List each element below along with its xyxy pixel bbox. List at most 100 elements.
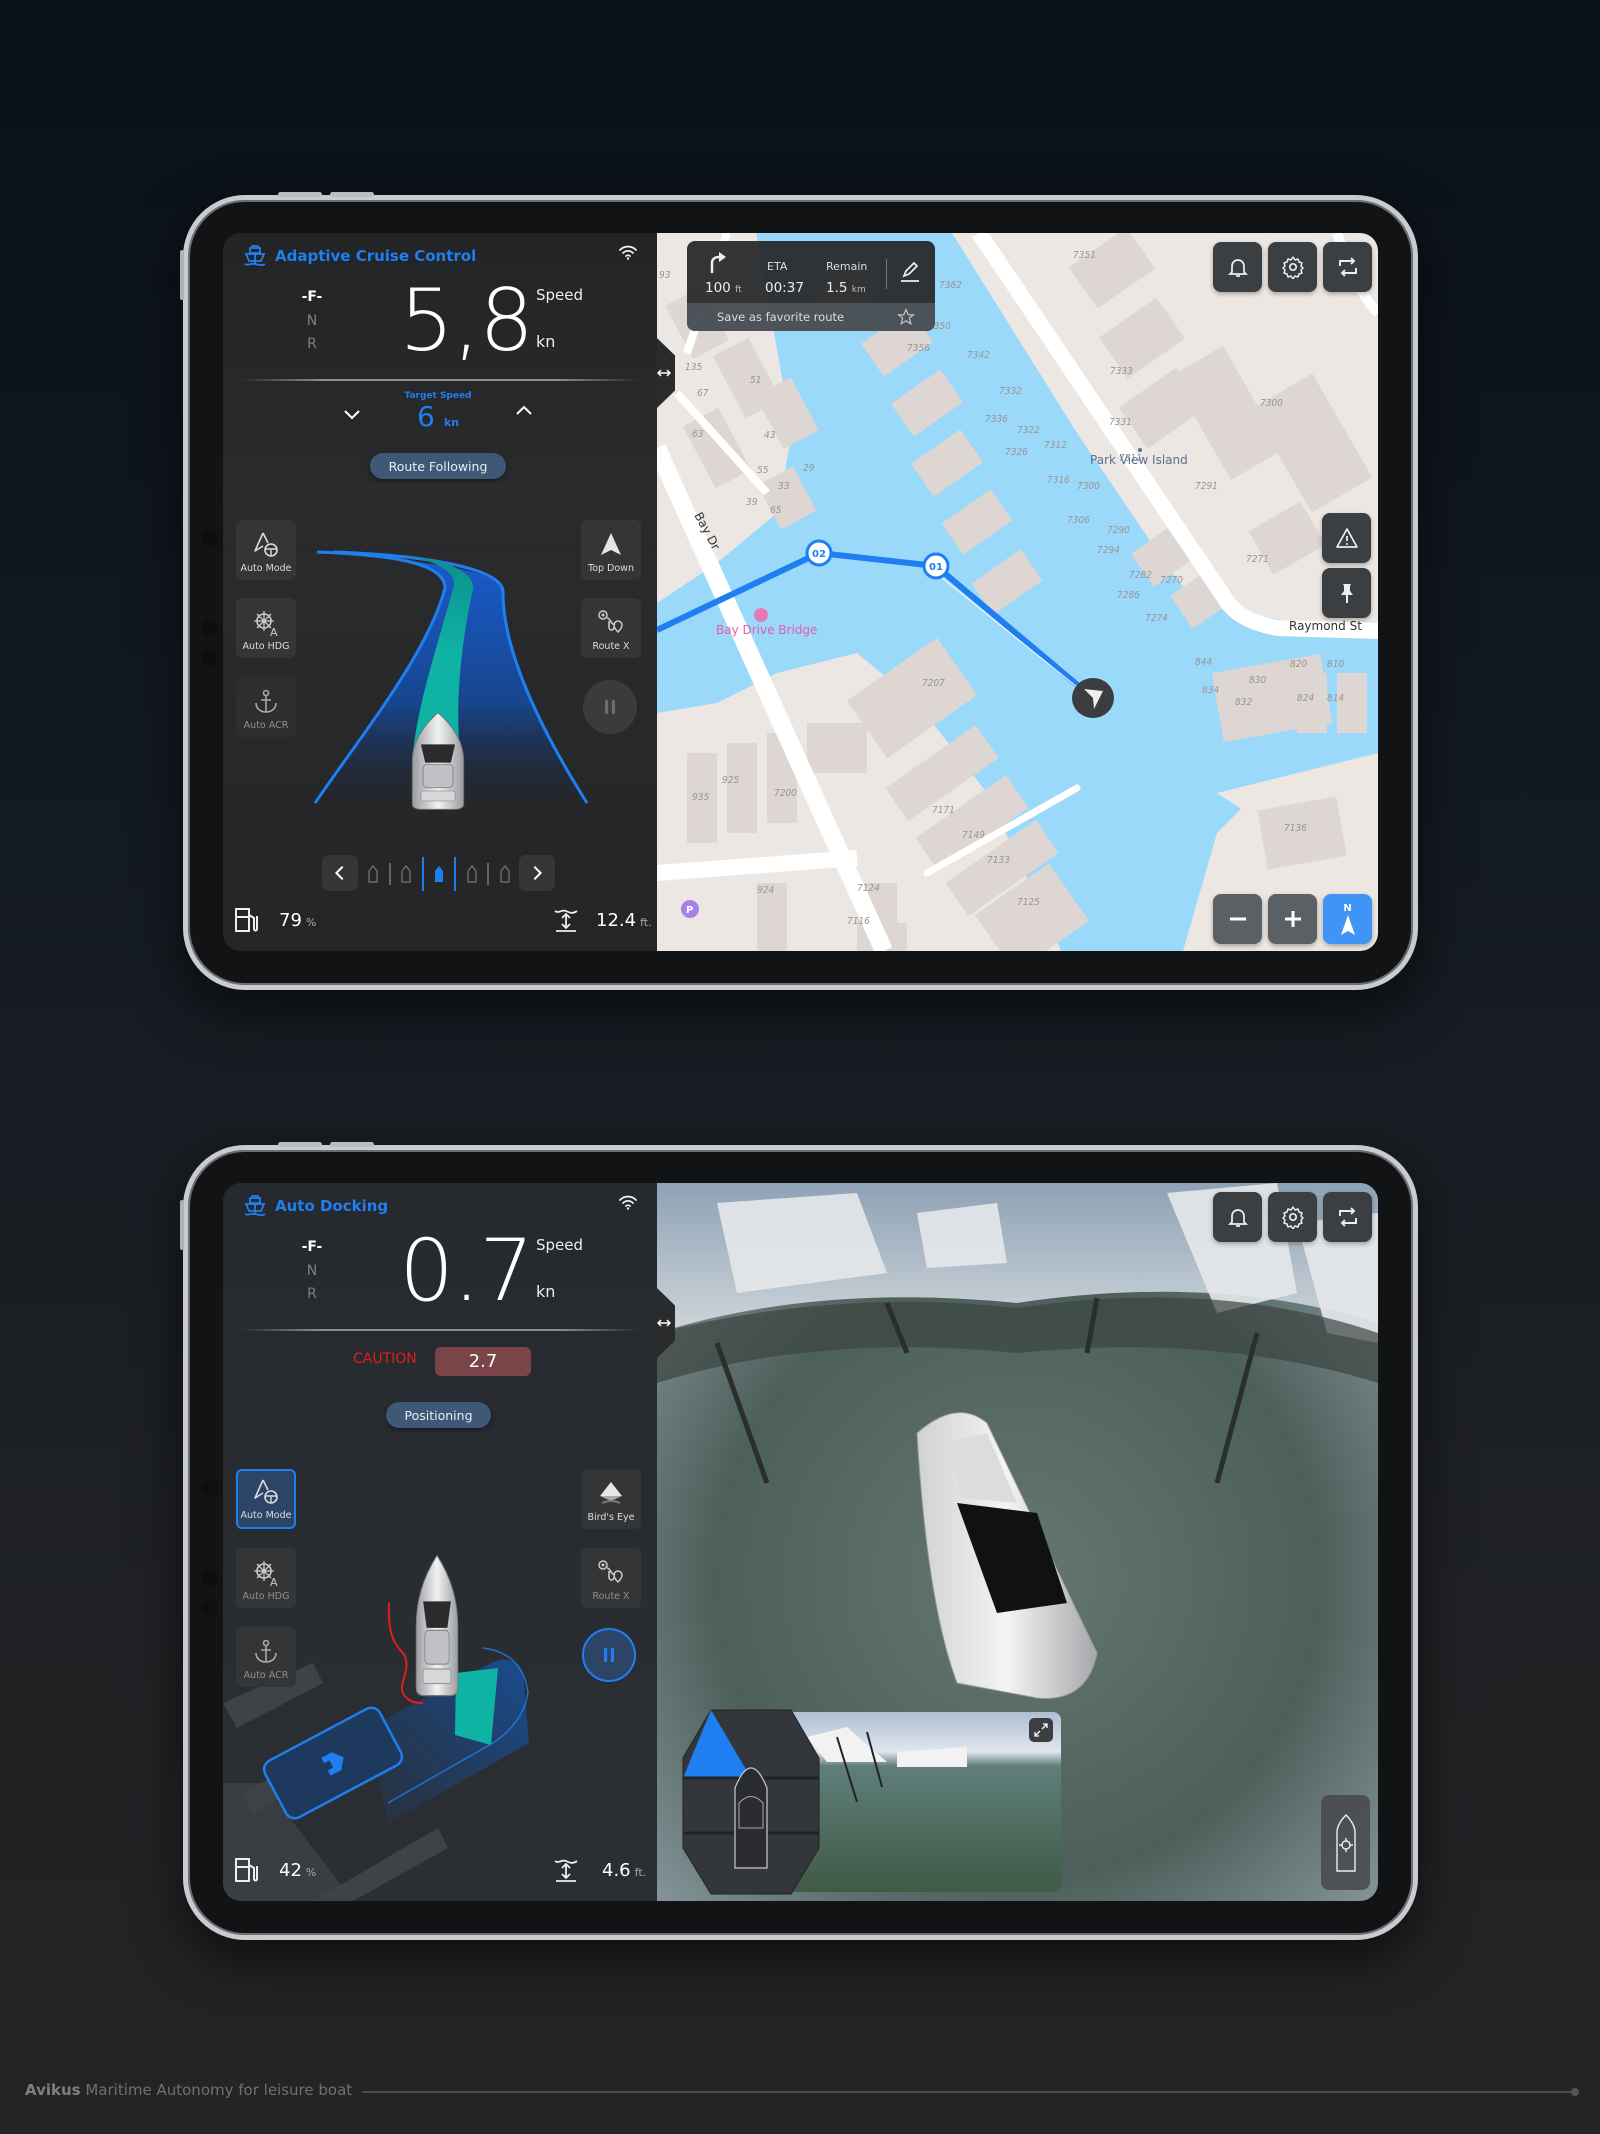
bridge-poi-icon [754, 608, 768, 622]
depth-value: 12.4 [596, 910, 637, 931]
top-down-view-button[interactable]: Top Down [581, 520, 641, 580]
route-icon [597, 1559, 625, 1587]
resize-horizontal-icon [657, 369, 671, 377]
house-number-label: 7286 [1117, 590, 1140, 601]
chart-map[interactable]: 93135516763 4355 2933396573627350735673427… [657, 233, 1378, 951]
settings-button[interactable] [1268, 242, 1317, 292]
pause-button[interactable] [582, 1628, 636, 1682]
star-icon [897, 308, 915, 325]
auto-hdg-label: Auto HDG [242, 1591, 290, 1602]
fuel-icon [234, 1857, 260, 1883]
depth-reading: 4.6 ft. [602, 1860, 646, 1881]
notifications-button[interactable] [1213, 242, 1262, 292]
house-number-label: 7362 [939, 280, 962, 291]
lane-icon[interactable] [467, 865, 477, 883]
screen: Adaptive Cruise Control -F- N R 5,8 Spee… [223, 233, 1378, 951]
house-number-label: 7136 [1284, 823, 1307, 834]
auto-acr-label: Auto ACR [243, 720, 289, 731]
hardware-button [278, 192, 322, 197]
house-number-label: 7331 [1109, 417, 1132, 428]
edit-route-button[interactable] [898, 259, 922, 283]
swap-icon [1336, 1205, 1360, 1229]
house-number-label: 925 [722, 775, 739, 786]
auto-mode-label: Auto Mode [240, 563, 292, 574]
lane-selected-icon[interactable] [434, 865, 444, 883]
hardware-side-button [180, 1200, 184, 1250]
surround-camera-view[interactable] [657, 1183, 1378, 1901]
zoom-in-button[interactable] [1268, 894, 1317, 944]
lane-icon[interactable] [368, 865, 378, 883]
auto-acr-button[interactable]: Auto ACR [236, 1627, 296, 1687]
switch-view-button[interactable] [1323, 242, 1372, 292]
lane-icon[interactable] [401, 865, 411, 883]
settings-button[interactable] [1268, 1192, 1317, 1242]
auto-mode-button[interactable]: Auto Mode [236, 520, 296, 580]
notifications-button[interactable] [1213, 1192, 1262, 1242]
poi-label-bay-drive-bridge: Bay Drive Bridge [716, 623, 817, 637]
house-number-label: 7271 [1246, 554, 1269, 565]
helm-icon [252, 1559, 280, 1587]
screen: Auto Docking -F- N R 0.7 Speed kn CAUTIO… [223, 1183, 1378, 1901]
camera-dot [201, 650, 217, 666]
swap-icon [1336, 255, 1360, 279]
house-number-label: 55 [757, 465, 769, 476]
switch-view-button[interactable] [1323, 1192, 1372, 1242]
north-up-button[interactable]: N [1323, 894, 1372, 944]
expand-icon [1034, 1723, 1048, 1737]
camera-direction-selector[interactable] [681, 1708, 821, 1896]
depth-icon [553, 1857, 579, 1883]
camera-dot [201, 1600, 217, 1616]
arrow-up-icon [601, 533, 621, 555]
lane-guidance-graphic [223, 483, 657, 804]
house-number-label: 7316 [1047, 475, 1070, 486]
auto-hdg-button[interactable]: Auto HDG [236, 1548, 296, 1608]
expand-camera-button[interactable] [1029, 1718, 1053, 1742]
route-x-button[interactable]: Route X [581, 598, 641, 658]
house-number-label: 810 [1327, 659, 1344, 670]
building [727, 743, 757, 833]
lane-icon[interactable] [500, 865, 510, 883]
house-number-label: 7306 [1067, 515, 1090, 526]
dock-target-slot [262, 1706, 404, 1820]
lane-right-button[interactable] [519, 855, 555, 891]
lane-left-button[interactable] [322, 855, 358, 891]
auto-acr-button[interactable]: Auto ACR [236, 677, 296, 737]
hardware-side-button [180, 250, 184, 300]
hardware-button [330, 1142, 374, 1147]
house-number-label: 7300 [1077, 481, 1100, 492]
route-x-button[interactable]: Route X [581, 1548, 641, 1608]
house-number-label: 7332 [999, 386, 1022, 397]
save-favorite-route-button[interactable]: Save as favorite route [687, 303, 935, 331]
zoom-out-button[interactable] [1213, 894, 1262, 944]
pause-button[interactable] [583, 680, 637, 734]
pin-button[interactable] [1322, 568, 1371, 618]
house-number-label: 7336 [985, 414, 1008, 425]
docking-guidance-graphic [223, 1602, 529, 1901]
remain-unit: km [851, 285, 866, 295]
house-number-label: 7124 [857, 883, 880, 894]
auto-hdg-button[interactable]: Auto HDG [236, 598, 296, 658]
parking-icon-glyph: P [686, 905, 693, 916]
waypoint-01[interactable]: 01 [922, 552, 950, 580]
boat-icon [406, 711, 470, 811]
brand-name: Avikus [25, 2081, 81, 2099]
house-number-label: 834 [1202, 685, 1219, 696]
footer-dot [1571, 2088, 1579, 2096]
recenter-vessel-button[interactable] [1321, 1795, 1370, 1890]
house-number-label: 7342 [967, 350, 990, 361]
hazard-button[interactable] [1322, 513, 1371, 563]
birds-eye-view-button[interactable]: Bird's Eye [581, 1469, 641, 1529]
house-number-label: 7290 [1107, 525, 1130, 536]
waypoint-02[interactable]: 02 [805, 539, 833, 567]
resize-horizontal-icon [657, 1319, 671, 1327]
bell-icon [1226, 255, 1250, 279]
boat-outline-icon [734, 1767, 768, 1869]
remain-distance: 1.5 km [826, 280, 866, 296]
hardware-button [278, 1142, 322, 1147]
auto-mode-button[interactable]: Auto Mode [236, 1469, 296, 1529]
map-view[interactable]: 93 135 51 67 63 43 55 29 33 39 65 7362 7350 7356 7342 7… [657, 233, 1378, 951]
house-number-label: 65 [770, 505, 782, 516]
house-number-label: 33 [778, 481, 790, 492]
house-number-label: 39 [746, 497, 758, 508]
hardware-button [330, 192, 374, 197]
